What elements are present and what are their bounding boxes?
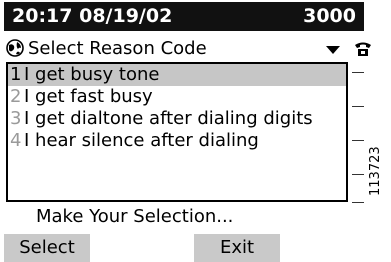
list-item-label: I get fast busy — [24, 86, 153, 107]
list-item-number: 2 — [10, 86, 22, 107]
list-item-number: 3 — [10, 108, 22, 129]
page-title: Select Reason Code — [28, 38, 207, 59]
reason-code-list: 1I get busy tone 2 I get fast busy 3 I get d… — [6, 62, 348, 202]
list-item[interactable]: 2I get fast busy — [8, 86, 346, 108]
list-item[interactable]: 3I get dialtone after dialing digits — [8, 108, 346, 130]
dropdown-arrow-icon[interactable] — [326, 46, 340, 54]
globe-icon — [6, 39, 24, 57]
status-time-date: 20:17 08/19/02 — [12, 5, 173, 27]
list-item-label: I get dialtone after dialing digits — [24, 108, 313, 129]
list-item[interactable]: 1I get busy tone — [8, 64, 346, 86]
list-item-number: 4 — [10, 130, 22, 151]
line-key-indicators — [352, 66, 366, 206]
list-item[interactable]: 4I hear silence after dialing — [8, 130, 346, 152]
list-item-label: I get busy tone — [24, 64, 160, 85]
selection-prompt: Make Your Selection... — [36, 206, 234, 227]
status-extension: 3000 — [303, 5, 356, 27]
list-item-label: I hear silence after dialing — [24, 130, 259, 151]
status-bar: 20:17 08/19/02 3000 — [4, 2, 364, 31]
list-item-number: 1 — [10, 64, 22, 85]
title-row: Select Reason Code — [4, 35, 348, 63]
phone-screen: 20:17 08/19/02 3000 Select Reason Code 1… — [0, 0, 372, 262]
phone-icon — [355, 42, 371, 56]
select-softkey[interactable]: Select — [4, 234, 90, 262]
image-id-label: 113723 — [368, 146, 383, 196]
exit-softkey[interactable]: Exit — [194, 234, 280, 262]
